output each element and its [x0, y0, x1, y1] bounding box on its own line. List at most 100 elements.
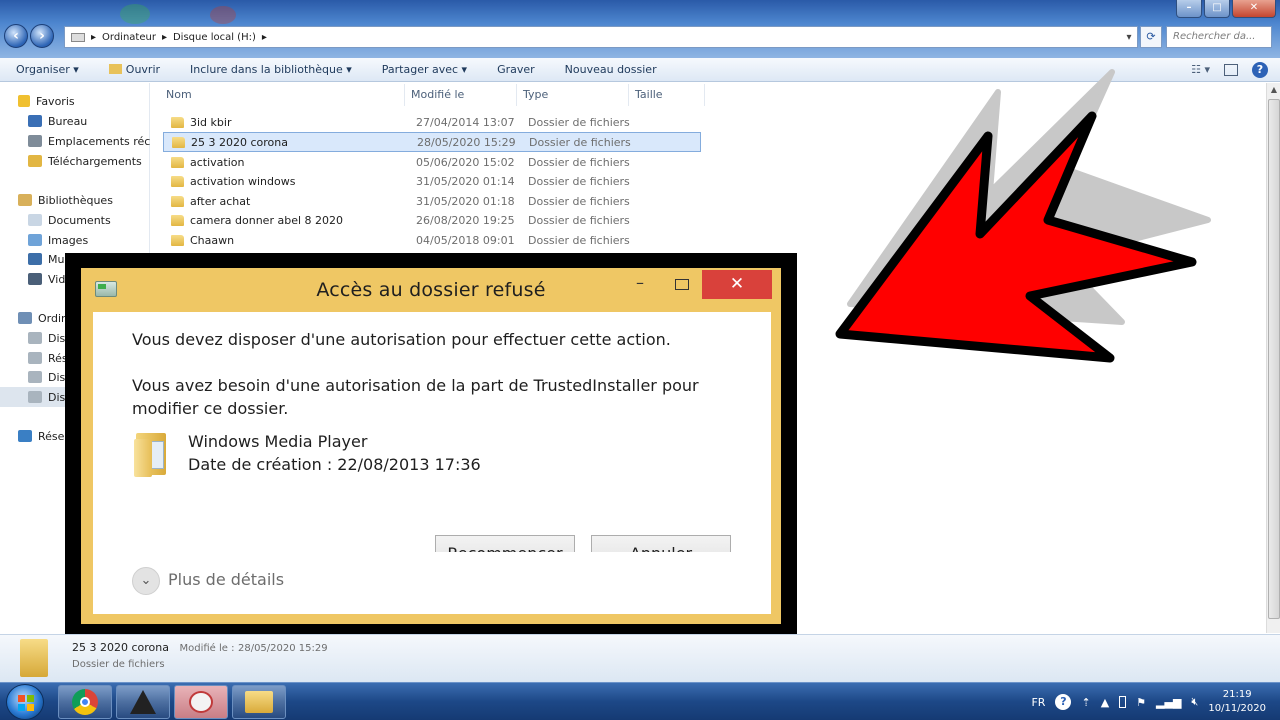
sidebar-item-recent[interactable]: Emplacements récen — [0, 131, 150, 151]
help-icon[interactable]: ? — [1055, 694, 1072, 710]
taskbar-inkscape[interactable] — [116, 685, 170, 719]
minimize-button[interactable]: – — [1176, 0, 1202, 18]
dialog-footer: ⌄ Plus de détails — [93, 552, 771, 614]
desktop-icon-blur — [210, 6, 236, 24]
back-button[interactable]: ‹ — [4, 24, 28, 48]
file-row[interactable]: after achat 31/05/2020 01:18 Dossier de … — [163, 191, 701, 211]
include-library-button[interactable]: Inclure dans la bibliothèque ▾ — [174, 63, 366, 76]
breadcrumb-computer[interactable]: Ordinateur — [102, 32, 156, 43]
details-name: 25 3 2020 corona — [72, 641, 169, 654]
documents-icon — [28, 214, 42, 226]
open-label: Ouvrir — [125, 63, 161, 76]
burn-button[interactable]: Graver — [481, 63, 549, 76]
access-denied-dialog: Accès au dossier refusé – ✕ Vous devez d… — [81, 268, 781, 624]
new-folder-button[interactable]: Nouveau dossier — [549, 63, 671, 76]
file-type: Dossier de fichiers — [528, 174, 630, 188]
details-name-line: 25 3 2020 corona Modifié le : 28/05/2020… — [72, 641, 328, 654]
sidebar-item-images[interactable]: Images — [0, 230, 150, 250]
usb-icon[interactable]: ⇡ — [1081, 696, 1090, 709]
downloads-icon — [28, 155, 42, 167]
file-row[interactable]: Chaawn 04/05/2018 09:01 Dossier de fichi… — [163, 230, 701, 250]
column-header-type[interactable]: Type — [517, 84, 629, 106]
maximize-button[interactable]: □ — [1204, 0, 1230, 18]
file-modified: 05/06/2020 15:02 — [416, 155, 515, 169]
taskbar-explorer[interactable] — [232, 685, 286, 719]
item-creation-date: Date de création : 22/08/2013 17:36 — [188, 455, 481, 474]
details-pane: 25 3 2020 corona Modifié le : 28/05/2020… — [0, 634, 1280, 682]
sidebar-item-libraries[interactable]: Bibliothèques — [0, 190, 150, 210]
language-indicator[interactable]: FR — [1031, 696, 1045, 709]
clock-date: 10/11/2020 — [1208, 703, 1266, 714]
file-name: camera donner abel 8 2020 — [190, 213, 344, 227]
chevron-down-icon[interactable]: ⌄ — [132, 567, 160, 595]
battery-icon[interactable] — [1119, 696, 1127, 708]
show-hidden-icons-icon[interactable]: ▲ — [1101, 696, 1109, 709]
file-row[interactable]: activation 05/06/2020 15:02 Dossier de f… — [163, 152, 701, 172]
folder-icon — [172, 136, 185, 148]
column-headers: Nom Modifié le Type Taille — [160, 84, 705, 106]
file-row[interactable]: activation windows 31/05/2020 01:14 Doss… — [163, 171, 701, 191]
chevron-down-icon[interactable]: ▾ — [1121, 32, 1137, 43]
folder-icon — [20, 639, 48, 677]
library-icon — [18, 194, 32, 206]
recent-places-icon — [28, 135, 42, 147]
breadcrumb-disk[interactable]: Disque local (H:) — [173, 32, 256, 43]
column-header-size[interactable]: Taille — [629, 84, 705, 106]
open-button[interactable]: Ouvrir — [93, 63, 174, 76]
sidebar-item-documents[interactable]: Documents — [0, 210, 150, 230]
file-modified: 31/05/2020 01:18 — [416, 194, 515, 208]
file-type: Dossier de fichiers — [528, 233, 630, 247]
network-signal-icon[interactable]: ▂▄▆ — [1156, 696, 1181, 709]
permission-message: Vous devez disposer d'une autorisation p… — [132, 330, 671, 349]
forward-button[interactable]: › — [30, 24, 54, 48]
file-type: Dossier de fichiers — [528, 194, 630, 208]
help-icon[interactable]: ? — [1252, 61, 1268, 78]
sidebar-item-desktop[interactable]: Bureau — [0, 111, 150, 131]
star-icon — [18, 95, 30, 107]
scroll-up-icon[interactable]: ▲ — [1267, 83, 1280, 97]
scrollbar-thumb[interactable] — [1268, 99, 1280, 619]
volume-muted-icon[interactable]: 🔇︎ — [1191, 695, 1198, 709]
more-details-link[interactable]: Plus de détails — [168, 570, 284, 589]
sidebar-item-favorites[interactable]: Favoris — [0, 91, 150, 111]
folder-icon — [171, 175, 184, 187]
taskbar-chrome[interactable] — [58, 685, 112, 719]
file-type: Dossier de fichiers — [528, 155, 630, 169]
vertical-scrollbar[interactable]: ▲ — [1266, 83, 1280, 633]
drive-icon — [28, 352, 42, 364]
details-type: Dossier de fichiers — [72, 659, 165, 670]
navigation-bar: ‹ › ▸ Ordinateur ▸ Disque local (H:) ▸ ▾… — [0, 24, 1280, 50]
trustedinstaller-message-line2: modifier ce dossier. — [132, 399, 289, 418]
column-header-modified[interactable]: Modifié le — [405, 84, 517, 106]
clock[interactable]: 21:19 10/11/2020 — [1208, 688, 1266, 716]
share-button[interactable]: Partager avec ▾ — [366, 63, 481, 76]
sidebar-item-downloads[interactable]: Téléchargements — [0, 151, 150, 171]
paint-icon — [189, 691, 213, 713]
windows-logo-icon — [18, 695, 34, 711]
file-row[interactable]: 3id kbir 27/04/2014 13:07 Dossier de fic… — [163, 112, 701, 132]
dialog-minimize-button[interactable]: – — [629, 275, 651, 296]
details-modified-value: 28/05/2020 15:29 — [237, 643, 328, 654]
drive-icon — [28, 391, 42, 403]
details-modified-label: Modifié le : — [179, 643, 235, 654]
file-name: 3id kbir — [190, 115, 232, 129]
dialog-maximize-button[interactable] — [675, 279, 689, 290]
organize-button[interactable]: Organiser ▾ — [0, 63, 93, 76]
videos-icon — [28, 273, 42, 285]
column-header-name[interactable]: Nom — [160, 84, 405, 106]
address-bar[interactable]: ▸ Ordinateur ▸ Disque local (H:) ▸ ▾ — [64, 26, 1138, 48]
start-button[interactable] — [6, 684, 44, 720]
refresh-button[interactable]: ⟳ — [1140, 26, 1162, 48]
taskbar: FR ? ⇡ ▲ ⚑ ▂▄▆ 🔇︎ 21:19 10/11/2020 — [0, 682, 1280, 720]
search-input[interactable]: Rechercher da... — [1166, 26, 1272, 48]
file-row[interactable]: camera donner abel 8 2020 26/08/2020 19:… — [163, 210, 701, 230]
file-modified: 27/04/2014 13:07 — [416, 115, 515, 129]
taskbar-paint[interactable] — [174, 685, 228, 719]
dialog-close-button[interactable]: ✕ — [702, 270, 772, 299]
action-center-icon[interactable]: ⚑ — [1136, 696, 1146, 709]
close-window-button[interactable]: ✕ — [1232, 0, 1276, 18]
file-modified: 28/05/2020 15:29 — [417, 135, 516, 149]
file-row-selected[interactable]: 25 3 2020 corona 28/05/2020 15:29 Dossie… — [163, 132, 701, 152]
red-arrow-graphic — [835, 69, 1211, 363]
network-icon — [18, 430, 32, 442]
